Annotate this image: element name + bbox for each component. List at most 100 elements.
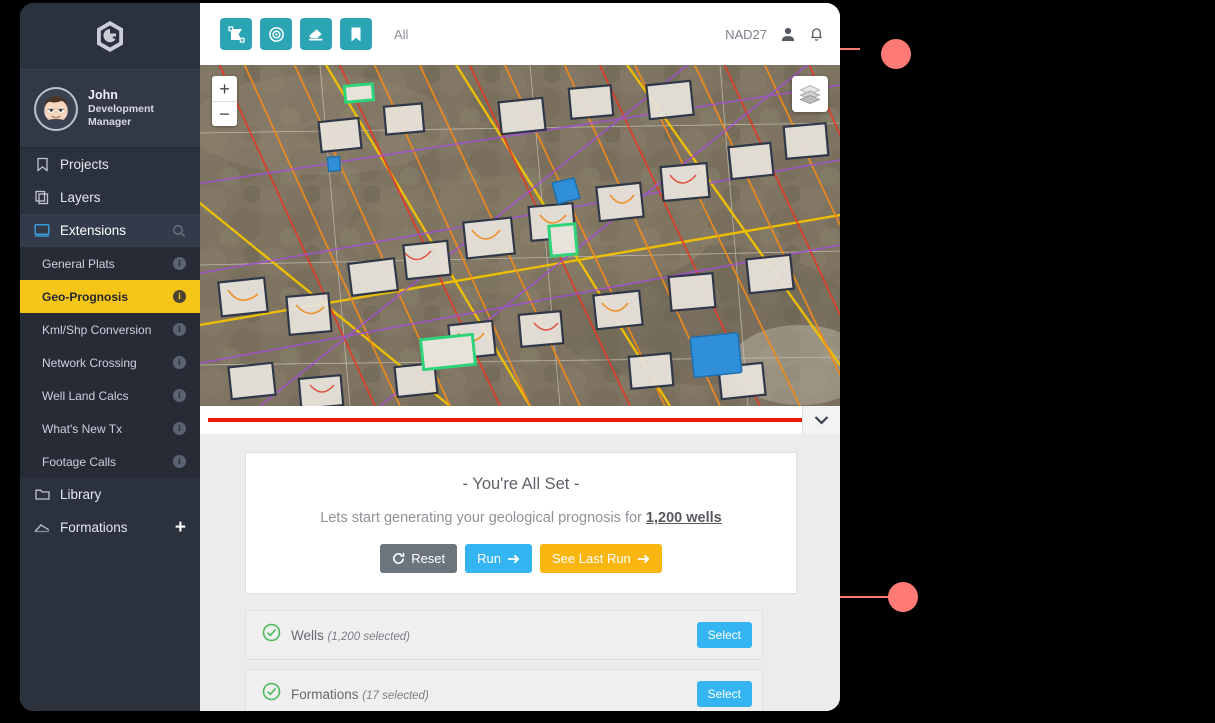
info-icon[interactable]: i: [173, 323, 186, 336]
profile-role-line2: Manager: [88, 116, 154, 129]
extension-label: Network Crossing: [42, 356, 137, 370]
sidebar-item-library[interactable]: Library: [20, 478, 200, 511]
annotation-marker-2: [888, 582, 918, 612]
formations-icon: [34, 520, 50, 536]
run-button[interactable]: Run: [465, 544, 532, 573]
eraser-icon[interactable]: [300, 18, 332, 50]
user-icon[interactable]: [780, 26, 796, 42]
coordinate-system-label[interactable]: NAD27: [725, 27, 767, 42]
arrow-right-icon: [637, 553, 650, 565]
selection-label: Formations (17 selected): [291, 687, 429, 702]
zoom-in-button[interactable]: +: [212, 76, 237, 101]
sidebar-item-extensions[interactable]: Extensions: [20, 214, 200, 247]
sidebar-item-label: Extensions: [60, 223, 126, 238]
collapse-panel-button[interactable]: [802, 406, 840, 434]
layers-stack-icon: [799, 84, 821, 104]
card-title: - You're All Set -: [266, 475, 776, 494]
extension-label: Footage Calls: [42, 455, 116, 469]
sidebar-item-label: Layers: [60, 190, 101, 205]
see-last-run-button[interactable]: See Last Run: [540, 544, 662, 573]
card-actions: Reset Run See Last Run: [266, 544, 776, 573]
map-zoom-controls: + −: [212, 76, 237, 126]
extension-label: Kml/Shp Conversion: [42, 323, 151, 337]
app-logo[interactable]: [20, 3, 200, 69]
bell-icon[interactable]: [809, 26, 824, 42]
extension-item-whats-new-tx[interactable]: What's New Tx i: [20, 412, 200, 445]
extension-label: Well Land Calcs: [42, 389, 128, 403]
extension-item-well-land-calcs[interactable]: Well Land Calcs i: [20, 379, 200, 412]
extension-item-kml-shp-conversion[interactable]: Kml/Shp Conversion i: [20, 313, 200, 346]
refresh-icon: [392, 552, 405, 565]
status-card: - You're All Set - Lets start generating…: [245, 452, 797, 594]
sidebar: John Development Manager Projects Layers: [20, 3, 200, 711]
selection-row-formations: Formations (17 selected) Select: [245, 669, 763, 711]
extension-item-network-crossing[interactable]: Network Crossing i: [20, 346, 200, 379]
profile-name: John: [88, 88, 154, 104]
extension-item-general-plats[interactable]: General Plats i: [20, 247, 200, 280]
radius-select-icon[interactable]: [260, 18, 292, 50]
info-icon[interactable]: i: [173, 389, 186, 402]
panel-divider: [200, 406, 840, 434]
extensions-list: General Plats i Geo-Prognosis i Kml/Shp …: [20, 247, 200, 478]
avatar: [34, 87, 78, 131]
main-content: All NAD27: [200, 3, 840, 711]
info-icon[interactable]: i: [173, 290, 186, 303]
selection-detail: (1,200 selected): [328, 631, 410, 643]
select-wells-button[interactable]: Select: [697, 622, 752, 648]
filter-label[interactable]: All: [394, 27, 408, 42]
secondary-nav: Library Formations +: [20, 478, 200, 544]
check-circle-icon: [262, 623, 281, 647]
run-button-label: Run: [477, 552, 501, 565]
profile-role-line1: Development: [88, 103, 154, 116]
layers-icon: [34, 190, 50, 206]
toolbar-right: NAD27: [725, 26, 824, 42]
map-layers-button[interactable]: [792, 76, 828, 112]
monitor-icon: [34, 223, 50, 239]
sidebar-item-label: Projects: [60, 157, 109, 172]
selection-name: Formations: [291, 687, 359, 702]
extension-item-geo-prognosis[interactable]: Geo-Prognosis i: [20, 280, 200, 313]
extension-panel: - You're All Set - Lets start generating…: [200, 434, 840, 711]
map-view[interactable]: + −: [200, 65, 840, 406]
sidebar-item-projects[interactable]: Projects: [20, 148, 200, 181]
extension-item-footage-calls[interactable]: Footage Calls i: [20, 445, 200, 478]
sidebar-item-layers[interactable]: Layers: [20, 181, 200, 214]
sidebar-item-label: Formations: [60, 520, 128, 535]
primary-nav: Projects Layers Extensions: [20, 148, 200, 247]
user-profile[interactable]: John Development Manager: [20, 69, 200, 148]
selection-detail: (17 selected): [362, 690, 428, 702]
bookmark-icon[interactable]: [340, 18, 372, 50]
check-circle-icon: [262, 682, 281, 706]
toolbar: All NAD27: [200, 3, 840, 65]
sidebar-item-label: Library: [60, 487, 101, 502]
selection-label: Wells (1,200 selected): [291, 628, 410, 643]
map-imagery: [200, 65, 840, 406]
extension-label: Geo-Prognosis: [42, 290, 128, 304]
sidebar-item-formations[interactable]: Formations +: [20, 511, 200, 544]
polygon-select-icon[interactable]: [220, 18, 252, 50]
chevron-down-icon: [814, 415, 829, 425]
user-avatar-icon: [36, 89, 76, 129]
search-icon[interactable]: [172, 224, 186, 238]
selection-list: Wells (1,200 selected) Select Formations…: [245, 610, 763, 711]
card-subtitle: Lets start generating your geological pr…: [266, 510, 776, 526]
extension-label: General Plats: [42, 257, 115, 271]
add-formation-button[interactable]: +: [175, 518, 186, 537]
info-icon[interactable]: i: [173, 257, 186, 270]
app-window: John Development Manager Projects Layers: [20, 3, 840, 711]
info-icon[interactable]: i: [173, 356, 186, 369]
info-icon[interactable]: i: [173, 455, 186, 468]
see-last-run-label: See Last Run: [552, 552, 631, 565]
bookmark-icon: [34, 157, 50, 173]
selection-row-wells: Wells (1,200 selected) Select: [245, 610, 763, 660]
profile-text: John Development Manager: [88, 88, 154, 130]
extension-label: What's New Tx: [42, 422, 122, 436]
folder-icon: [34, 487, 50, 503]
reset-button[interactable]: Reset: [380, 544, 457, 573]
select-formations-button[interactable]: Select: [697, 681, 752, 707]
selection-name: Wells: [291, 628, 324, 643]
annotation-marker-1: [881, 39, 911, 69]
zoom-out-button[interactable]: −: [212, 101, 237, 126]
info-icon[interactable]: i: [173, 422, 186, 435]
status-bar: [208, 418, 802, 422]
